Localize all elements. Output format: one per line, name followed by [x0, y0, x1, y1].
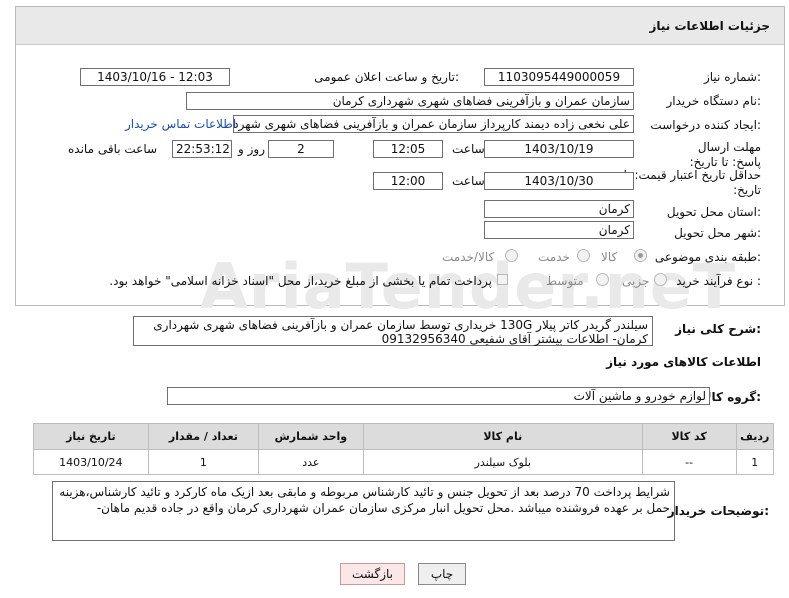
- category-service-label: خدمت: [538, 250, 570, 264]
- need-number-label: شماره نیاز:: [703, 70, 761, 84]
- print-button[interactable]: چاپ: [418, 563, 466, 585]
- creator-label: ایجاد کننده درخواست:: [650, 118, 761, 132]
- price-validity-label: حداقل تاریخ اعتبار قیمت: تا تاریخ:: [621, 168, 761, 198]
- price-validity-time-label: ساعت: [452, 174, 485, 188]
- days-label: روز و: [238, 142, 265, 156]
- buyer-notes-textarea[interactable]: شرایط پرداخت 70 درصد بعد از تحویل جنس و …: [52, 481, 675, 541]
- reply-days-field: 2: [268, 140, 334, 158]
- goods-table: ردیف کد کالا نام کالا واحد شمارش تعداد /…: [33, 423, 775, 475]
- city-field: کرمان: [484, 221, 634, 239]
- cell-name: بلوک سیلندر: [362, 449, 643, 475]
- reply-deadline-label: مهلت ارسال پاسخ: تا تاریخ:: [666, 140, 761, 170]
- back-button[interactable]: بازگشت: [340, 563, 405, 585]
- summary-label: شرح کلی نیاز:: [675, 322, 761, 336]
- price-validity-date-field: 1403/10/30: [484, 172, 634, 190]
- reply-time-field: 12:05: [373, 140, 443, 158]
- category-goods-service-label: کالا/خدمت: [442, 250, 495, 264]
- buyer-notes-label: توضیحات خریدار:: [667, 504, 769, 518]
- cell-code: --: [641, 449, 737, 475]
- need-number-field: 1103095449000059: [484, 68, 634, 86]
- col-code: کد کالا: [641, 423, 737, 450]
- announce-field: 1403/10/16 - 12:03: [80, 68, 230, 86]
- province-label: استان محل تحویل:: [666, 205, 761, 219]
- treasury-note: پرداخت تمام یا بخشی از مبلغ خرید،از محل …: [109, 274, 492, 288]
- purchase-minor-label: جزیی: [622, 274, 650, 288]
- purchase-radio-minor[interactable]: [654, 273, 667, 286]
- reply-date-field: 1403/10/19: [484, 140, 634, 158]
- goods-group-field: لوازم خودرو و ماشین آلات: [167, 387, 710, 405]
- page-title: جزئیات اطلاعات نیاز: [649, 19, 770, 33]
- table-row: 1 -- بلوک سیلندر عدد 1 1403/10/24: [33, 449, 775, 475]
- col-unit: واحد شمارش: [258, 423, 364, 450]
- col-qty: تعداد / مقدار: [147, 423, 260, 450]
- summary-textarea[interactable]: سیلندر گریدر کاتر پیلار 130G خریداری توس…: [133, 316, 653, 346]
- cell-date: 1403/10/24: [33, 449, 149, 475]
- purchase-type-label: نوع فرآیند خرید :: [676, 274, 761, 288]
- category-goods-label: کالا: [601, 250, 618, 264]
- purchase-medium-label: متوسط: [546, 274, 584, 288]
- reply-time-label: ساعت: [452, 142, 485, 156]
- cell-qty: 1: [147, 449, 260, 475]
- goods-group-label: گروه کالا:: [702, 390, 761, 404]
- purchase-radio-medium[interactable]: [596, 273, 609, 286]
- cell-row: 1: [735, 449, 775, 475]
- remaining-time-field: 22:53:12: [172, 140, 232, 158]
- remaining-label: ساعت باقی مانده: [68, 142, 158, 156]
- table-header-row: ردیف کد کالا نام کالا واحد شمارش تعداد /…: [33, 423, 775, 450]
- treasury-checkbox[interactable]: [497, 274, 508, 285]
- price-validity-time-field: 12:00: [373, 172, 443, 190]
- announce-label: تاریخ و ساعت اعلان عمومی:: [314, 70, 459, 84]
- price-validity-text: حداقل تاریخ اعتبار قیمت: تا تاریخ:: [623, 168, 761, 197]
- reply-deadline-text: مهلت ارسال پاسخ: تا تاریخ:: [689, 140, 761, 169]
- panel-header: جزئیات اطلاعات نیاز: [16, 7, 784, 45]
- city-label: شهر محل تحویل:: [674, 226, 761, 240]
- buyer-org-label: نام دستگاه خریدار:: [666, 94, 762, 108]
- col-name: نام کالا: [362, 423, 643, 450]
- cell-unit: عدد: [258, 449, 364, 475]
- province-field: کرمان: [484, 200, 634, 218]
- category-label: طبقه بندی موضوعی:: [654, 250, 761, 264]
- category-radio-goods-service[interactable]: [505, 249, 518, 262]
- col-row: ردیف: [735, 423, 775, 450]
- creator-field: علی نخعی زاده دیمند کارپرداز سازمان عمرا…: [233, 115, 634, 133]
- buyer-contact-link[interactable]: اطلاعات تماس خریدار: [125, 117, 236, 131]
- category-radio-service[interactable]: [577, 249, 590, 262]
- goods-section-title: اطلاعات کالاهای مورد نیاز: [606, 355, 761, 369]
- col-date: تاریخ نیاز: [33, 423, 149, 450]
- buyer-org-field: سازمان عمران و بازآفرینی فضاهای شهری شهر…: [186, 92, 634, 110]
- category-radio-goods[interactable]: [634, 249, 647, 262]
